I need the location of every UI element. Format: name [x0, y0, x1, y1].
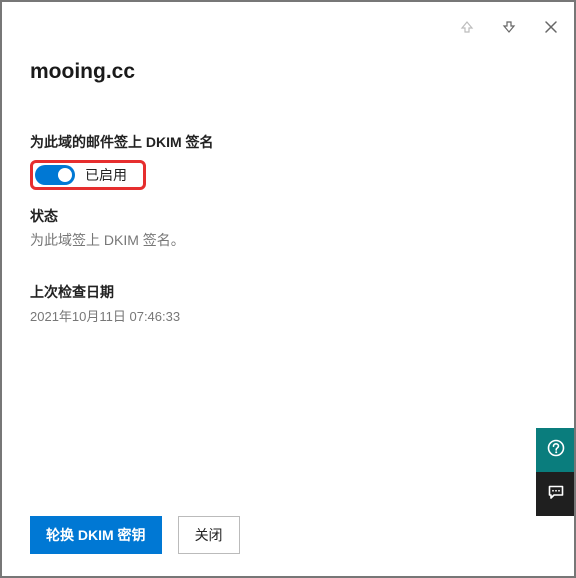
status-value: 为此域签上 DKIM 签名。 [30, 230, 546, 250]
panel-nav-icons [458, 18, 560, 36]
dkim-enable-toggle-label: 已启用 [85, 165, 127, 185]
side-tabs [536, 428, 576, 516]
next-item-icon[interactable] [500, 18, 518, 36]
panel-content: mooing.cc 为此域的邮件签上 DKIM 签名 已启用 状态 为此域签上 … [2, 2, 574, 325]
feedback-icon [547, 483, 565, 506]
toggle-knob [58, 168, 72, 182]
help-icon [547, 439, 565, 462]
help-tab[interactable] [536, 428, 576, 472]
dkim-sign-label: 为此域的邮件签上 DKIM 签名 [30, 132, 546, 152]
prev-item-icon [458, 18, 476, 36]
status-label: 状态 [30, 206, 546, 226]
feedback-tab[interactable] [536, 472, 576, 516]
close-button[interactable]: 关闭 [178, 516, 240, 554]
last-check-label: 上次检查日期 [30, 282, 546, 302]
dkim-enable-toggle[interactable] [35, 165, 75, 185]
dkim-enable-toggle-highlight: 已启用 [30, 160, 146, 190]
domain-title: mooing.cc [30, 60, 546, 84]
footer-actions: 轮换 DKIM 密钥 关闭 [30, 516, 240, 554]
dkim-settings-panel: mooing.cc 为此域的邮件签上 DKIM 签名 已启用 状态 为此域签上 … [0, 0, 576, 578]
last-check-value: 2021年10月11日 07:46:33 [30, 306, 546, 325]
rotate-dkim-key-button[interactable]: 轮换 DKIM 密钥 [30, 516, 162, 554]
close-icon[interactable] [542, 18, 560, 36]
